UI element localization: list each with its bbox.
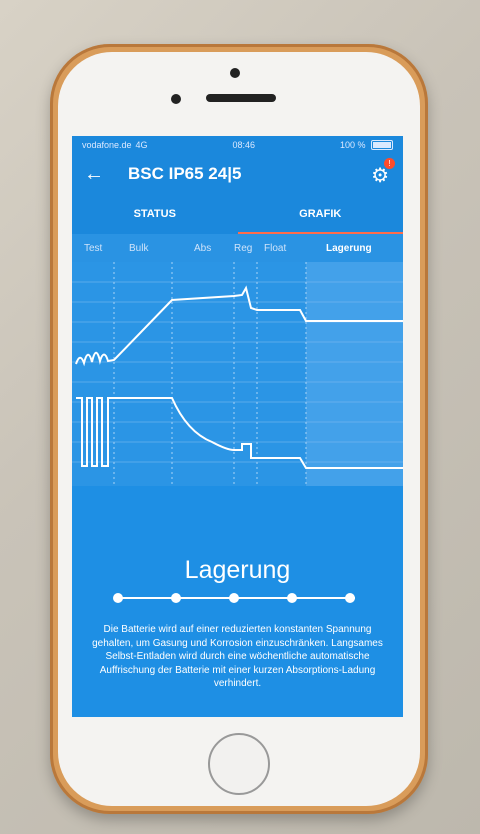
back-arrow-icon[interactable]: ← — [84, 163, 104, 186]
tab-bar: STATUS GRAFIK — [72, 194, 403, 234]
progress-dot[interactable] — [228, 593, 239, 603]
stage-lagerung[interactable]: Lagerung — [326, 243, 372, 254]
page-title: BSC IP65 24|5 — [128, 164, 242, 183]
progress-dot[interactable] — [112, 593, 123, 603]
notification-badge: ! — [384, 158, 395, 169]
charge-graph-svg — [72, 262, 403, 488]
proximity-sensor — [171, 94, 181, 104]
progress-dot[interactable] — [286, 593, 297, 603]
stage-dividers — [113, 262, 307, 488]
network-label: 4G — [135, 140, 148, 150]
battery-label: 100 % — [339, 139, 366, 150]
progress-dot[interactable] — [344, 593, 355, 603]
lagerung-highlight — [306, 262, 403, 488]
earpiece-speaker — [206, 94, 276, 102]
front-camera — [230, 68, 240, 78]
stage-description: Die Batterie wird auf einer reduzierten … — [92, 624, 383, 689]
tab-status[interactable]: STATUS — [72, 194, 238, 234]
battery-icon — [370, 140, 393, 151]
app-screen: vodafone.de 4G 08:46 100 % ← BSC IP65 24… — [72, 136, 403, 717]
status-bar: vodafone.de 4G 08:46 100 % — [72, 136, 403, 154]
time-label: 08:46 — [232, 140, 256, 150]
stage-test[interactable]: Test — [84, 243, 102, 254]
stage-abs[interactable]: Abs — [194, 243, 211, 254]
stage-float[interactable]: Float — [264, 243, 286, 254]
stage-progress — [112, 591, 363, 605]
stage-reg[interactable]: Reg — [234, 243, 252, 254]
stage-labels: Test Bulk Abs Reg Float Lagerung — [72, 234, 403, 262]
stage-info: Lagerung Die Batterie wird auf einer red… — [72, 486, 403, 717]
home-button[interactable] — [208, 733, 270, 795]
carrier-label: vodafone.de — [82, 140, 132, 150]
tab-grafik[interactable]: GRAFIK — [238, 194, 404, 234]
charge-graph — [72, 262, 403, 488]
stage-bulk[interactable]: Bulk — [129, 243, 148, 254]
stage-title: Lagerung — [184, 556, 291, 584]
app-bar: ← BSC IP65 24|5 ⚙ ! — [72, 154, 403, 194]
progress-dot[interactable] — [170, 593, 181, 603]
